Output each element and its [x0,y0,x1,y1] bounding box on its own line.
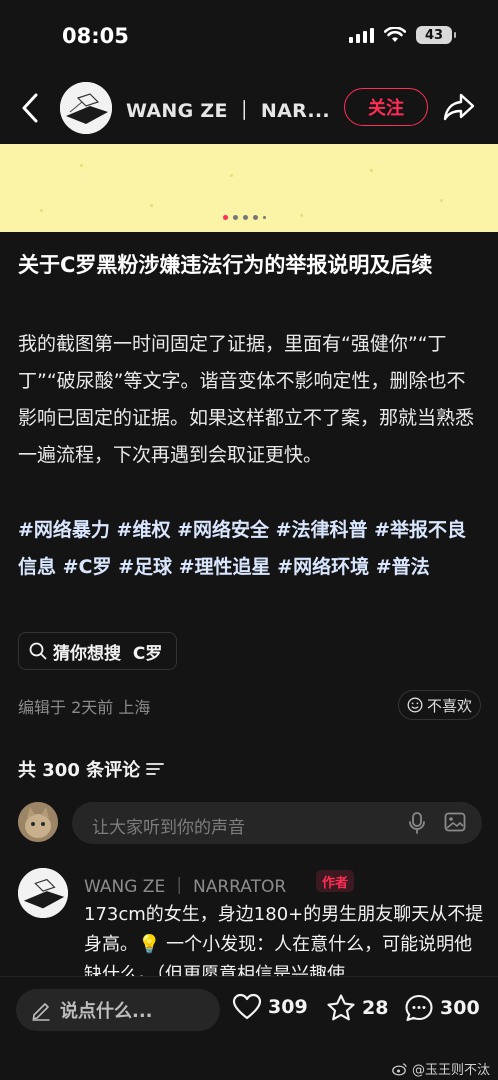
dislike-button[interactable]: 不喜欢 [398,690,482,720]
heart-icon [232,993,262,1020]
comment-button[interactable]: 300 [404,993,480,1023]
say-something-placeholder: 说点什么... [60,1001,153,1022]
like-count: 309 [268,996,308,1018]
avatar-sketch-icon [60,82,112,134]
sort-icon[interactable] [146,762,165,776]
pencil-icon [32,1003,50,1021]
commenter-name[interactable]: WANG ZE ｜ NARRATOR [84,872,286,897]
post-header: WANG ZE ｜ NAR... 关注 [0,76,498,140]
search-icon [29,642,47,660]
avatar-sketch-icon [18,868,68,918]
comment-item: WANG ZE ｜ NARRATOR 作者 173cm的女生，身边180+的男生… [18,864,488,976]
my-avatar [18,802,58,842]
bottom-action-bar: 说点什么... 309 28 300 @玉王则不汰 [0,976,498,1080]
carousel-indicator [223,215,266,220]
comment-count-label: 共 300 条评论 [18,760,141,781]
comment-count: 300 [440,997,480,1019]
guess-search-label: 猜你想搜 C罗 [53,643,163,664]
comment-input-placeholder: 让大家听到你的声音 [92,818,245,838]
frown-face-icon [407,697,423,713]
microphone-icon[interactable] [408,811,426,835]
post-body: 我的截图第一时间固定了证据，里面有“强健你”“丁丁”“破尿酸”等文字。谐音变体不… [18,333,475,466]
back-arrow-icon[interactable] [16,92,46,124]
like-button[interactable]: 309 [232,993,308,1021]
post-hashtags[interactable]: #网络暴力 #维权 #网络安全 #法律科普 #举报不良信息 #C罗 #足球 #理… [18,512,484,586]
status-bar: 08:05 43 [0,0,498,72]
favorite-count: 28 [362,997,389,1019]
guess-search-chip[interactable]: 猜你想搜 C罗 [18,632,178,670]
watermark-text: @玉王则不汰 [411,1063,490,1078]
cat-avatar-icon [18,802,58,842]
follow-button[interactable]: 关注 [344,88,428,126]
comment-input[interactable]: 让大家听到你的声音 [72,802,482,844]
cellular-signal-icon [349,27,374,43]
status-icons: 43 [349,26,456,44]
wifi-icon [384,27,406,42]
dislike-label: 不喜欢 [427,696,473,715]
comment-text: 173cm的女生，身边180+的男生朋友聊天从不提身高。💡 一个小发现：人在意什… [84,904,484,976]
edit-meta: 编辑于 2天前 上海 [18,698,151,717]
battery-icon: 43 [416,26,456,44]
star-icon [327,994,355,1021]
author-name[interactable]: WANG ZE ｜ NAR... [126,96,330,123]
commenter-avatar[interactable] [18,868,68,918]
comment-count-header[interactable]: 共 300 条评论 [18,756,165,782]
favorite-button[interactable]: 28 [326,993,388,1023]
image-icon[interactable] [444,812,466,832]
author-avatar[interactable] [60,82,112,134]
post-title: 关于C罗黑粉涉嫌违法行为的举报说明及后续 [18,253,433,277]
status-time: 08:05 [62,24,129,48]
weibo-logo-icon [392,1062,407,1076]
comment-bubble-icon [405,994,433,1022]
say-something-input[interactable]: 说点什么... [16,989,220,1031]
watermark: @玉王则不汰 [392,1059,490,1078]
share-icon[interactable] [442,92,476,122]
author-badge: 作者 [316,870,355,892]
